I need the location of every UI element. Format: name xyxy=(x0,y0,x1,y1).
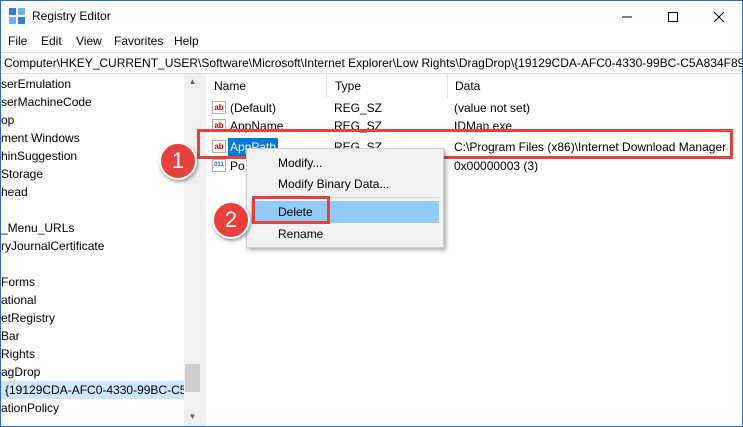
menu-help[interactable]: Help xyxy=(174,34,199,48)
tree-item[interactable]: agDrop xyxy=(1,363,40,381)
value-type: REG_SZ xyxy=(334,101,383,115)
menu-favorites[interactable]: Favorites xyxy=(114,34,163,48)
menu-item-rename[interactable]: Rename xyxy=(247,223,443,245)
menu-file[interactable]: File xyxy=(8,34,27,48)
menu-item-modify-binary[interactable]: Modify Binary Data... xyxy=(247,173,443,195)
tree-item[interactable]: ationPolicy xyxy=(1,399,59,417)
tree-item[interactable]: head xyxy=(1,183,28,201)
string-value-icon: ab xyxy=(212,101,226,114)
maximize-icon xyxy=(668,12,678,23)
column-header-type[interactable]: Type xyxy=(331,74,448,98)
menu-view[interactable]: View xyxy=(76,34,102,48)
tree-item[interactable]: serEmulation xyxy=(1,75,71,93)
minimize-button[interactable] xyxy=(604,1,650,31)
address-bar[interactable]: Computer\HKEY_CURRENT_USER\Software\Micr… xyxy=(1,52,742,74)
menu-item-modify[interactable]: Modify... xyxy=(247,152,443,174)
registry-key-tree: serEmulation serMachineCode op ment Wind… xyxy=(1,74,201,426)
tree-item[interactable]: _Menu_URLs xyxy=(1,219,74,237)
column-header-name[interactable]: Name xyxy=(210,74,327,98)
value-name: Po xyxy=(230,159,245,173)
tree-item[interactable]: etRegistry xyxy=(1,309,55,327)
menu-item-label: Rename xyxy=(278,227,324,241)
tree-item[interactable]: Rights xyxy=(1,345,35,363)
registry-editor-icon xyxy=(9,8,25,24)
menu-bar: File Edit View Favorites Help xyxy=(1,31,742,51)
step-2-badge: 2 xyxy=(212,201,250,239)
scroll-down-arrow-icon[interactable]: ▼ xyxy=(185,410,200,424)
tree-item[interactable]: ational xyxy=(1,291,36,309)
menu-edit[interactable]: Edit xyxy=(41,34,62,48)
menu-item-label: Modify Binary Data... xyxy=(278,177,390,191)
scroll-up-arrow-icon[interactable]: ▲ xyxy=(185,75,200,89)
title-bar: Registry Editor xyxy=(1,1,742,31)
table-row[interactable]: ab (Default) REG_SZ (value not set) xyxy=(206,99,742,117)
tree-item[interactable]: Bar xyxy=(1,327,20,345)
step-1-badge: 1 xyxy=(159,142,197,180)
menu-item-label: Modify... xyxy=(278,156,323,170)
value-data: (value not set) xyxy=(454,101,531,115)
window-title: Registry Editor xyxy=(32,9,111,23)
values-list: Name Type Data ab (Default) REG_SZ (valu… xyxy=(206,74,742,426)
close-icon xyxy=(713,11,725,23)
tree-item-selected[interactable]: {19129CDA-AFC0-4330-99BC-C5A xyxy=(1,381,194,399)
tree-item[interactable]: serMachineCode xyxy=(1,93,92,111)
tree-item[interactable]: op xyxy=(1,111,14,129)
minimize-icon xyxy=(622,16,632,18)
delete-highlight-box xyxy=(252,196,330,224)
binary-value-icon: 011 xyxy=(212,159,226,172)
tree-item[interactable]: Storage xyxy=(1,165,43,183)
column-header-data[interactable]: Data xyxy=(451,74,741,98)
tree-item[interactable]: hinSuggestion xyxy=(1,147,77,165)
value-name: (Default) xyxy=(230,101,277,115)
tree-item[interactable]: ment Windows xyxy=(1,129,80,147)
tree-item[interactable]: ryJournalCertificate xyxy=(1,237,104,255)
tree-item[interactable]: Forms xyxy=(1,273,35,291)
address-path: Computer\HKEY_CURRENT_USER\Software\Micr… xyxy=(4,56,743,70)
value-data: 0x00000003 (3) xyxy=(454,159,539,173)
close-button[interactable] xyxy=(696,1,742,31)
tree-scrollbar-thumb[interactable] xyxy=(185,364,200,392)
maximize-button[interactable] xyxy=(650,1,696,31)
